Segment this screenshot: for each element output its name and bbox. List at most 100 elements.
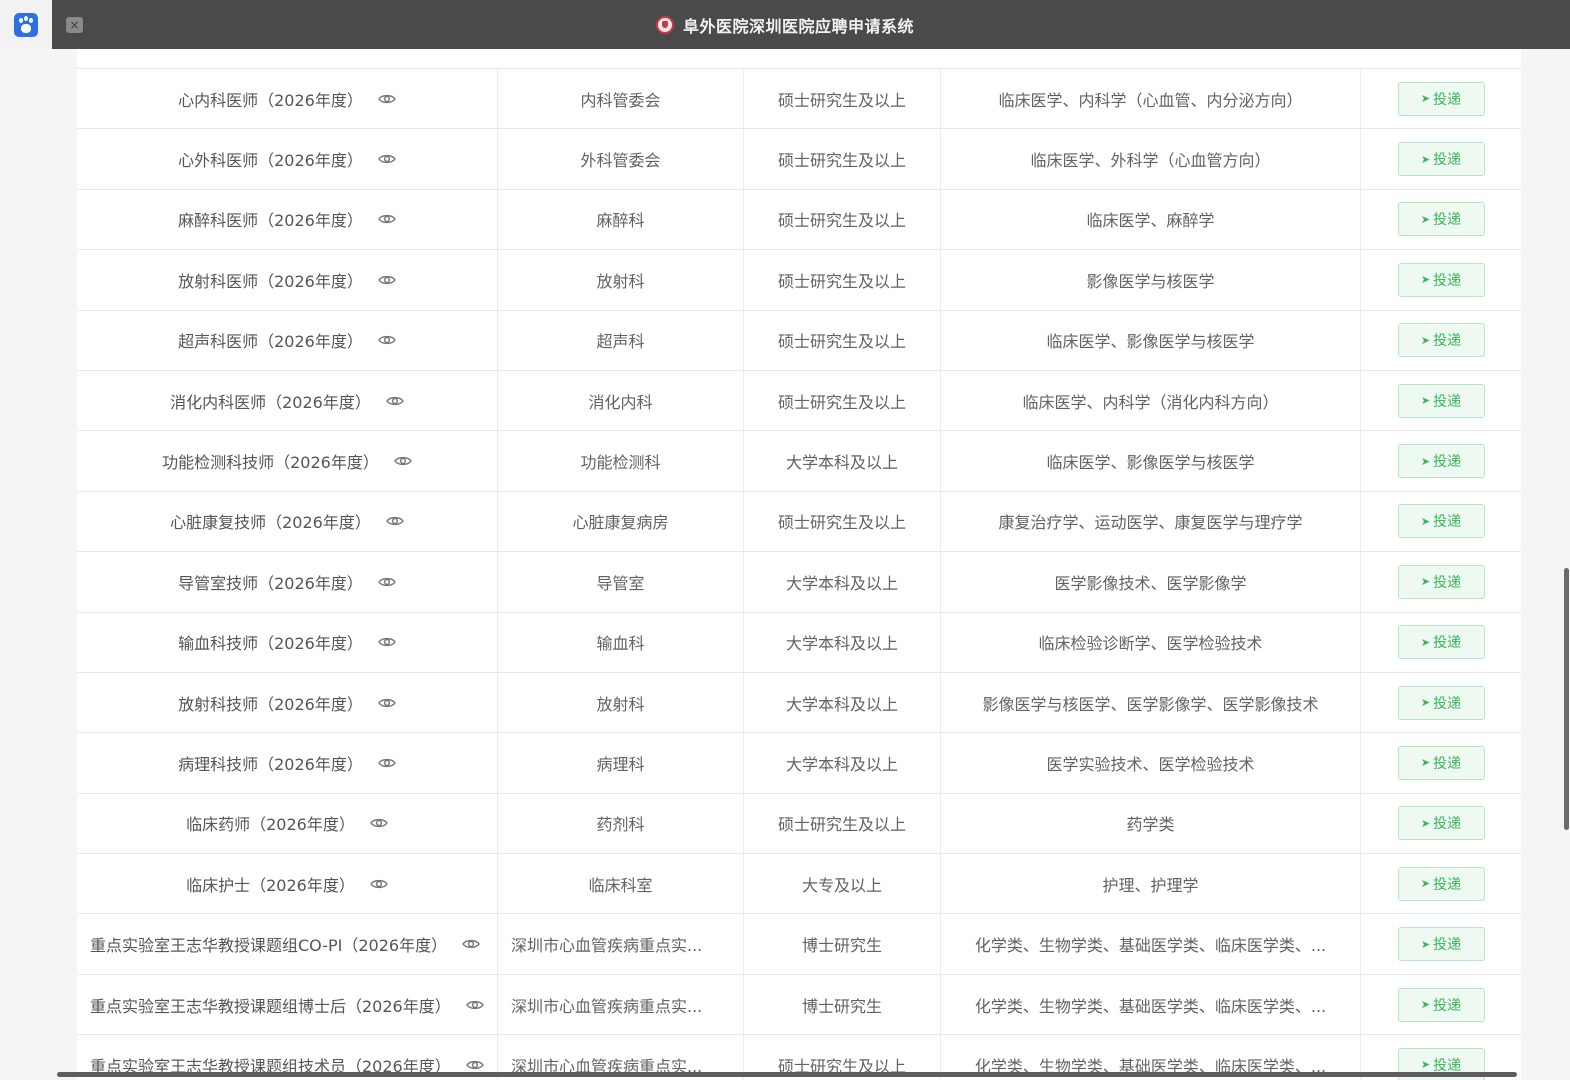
hospital-logo-icon (655, 15, 674, 34)
apply-button[interactable]: ➤ 投递 (1397, 745, 1485, 780)
action-cell: ➤ 投递 (1361, 371, 1521, 430)
window-title-area: 阜外医院深圳医院应聘申请系统 (0, 0, 1570, 49)
position-name[interactable]: 超声科医师（2026年度） (178, 328, 363, 352)
position-name[interactable]: 放射科医师（2026年度） (178, 268, 363, 292)
department-cell: 外科管委会 (498, 129, 744, 189)
major-cell: 护理、护理学 (941, 854, 1361, 914)
eye-icon[interactable] (465, 999, 484, 1011)
position-name[interactable]: 输血科技师（2026年度） (178, 630, 363, 654)
apply-button[interactable]: ➤ 投递 (1397, 262, 1485, 297)
table-row: 放射科医师（2026年度） 放射科 硕士研究生及以上 影像医学与核医学 ➤ 投递 (77, 250, 1521, 311)
position-cell: 心外科医师（2026年度） (77, 129, 498, 189)
eye-icon[interactable] (370, 817, 388, 829)
education: 硕士研究生及以上 (777, 151, 906, 171)
department-cell: 放射科 (498, 250, 744, 310)
paper-plane-icon: ➤ (1420, 816, 1431, 830)
position-name[interactable]: 临床药师（2026年度） (186, 811, 355, 835)
eye-icon[interactable] (378, 153, 396, 165)
apply-button[interactable]: ➤ 投递 (1397, 444, 1485, 479)
major: 化学类、生物学类、基础医学类、临床医学类、... (974, 996, 1327, 1016)
education: 大学本科及以上 (785, 453, 898, 473)
apply-label: 投递 (1433, 635, 1462, 652)
department-cell: 功能检测科 (498, 431, 744, 491)
education: 硕士研究生及以上 (777, 513, 906, 533)
position-name[interactable]: 病理科技师（2026年度） (178, 751, 363, 775)
department: 心脏康复病房 (572, 513, 669, 533)
position-name[interactable]: 麻醉科医师（2026年度） (178, 207, 363, 231)
paper-plane-icon: ➤ (1420, 454, 1431, 468)
department: 深圳市心血管疾病重点实... (511, 936, 703, 956)
eye-icon[interactable] (378, 757, 396, 769)
department-cell: 病理科 (498, 733, 744, 793)
action-cell: ➤ 投递 (1361, 673, 1521, 732)
apply-button[interactable]: ➤ 投递 (1397, 987, 1485, 1022)
apply-button[interactable]: ➤ 投递 (1397, 383, 1485, 418)
apply-button[interactable]: ➤ 投递 (1397, 323, 1485, 358)
position-cell: 功能检测科技师（2026年度） (77, 431, 498, 491)
position-name[interactable]: 功能检测科技师（2026年度） (162, 449, 379, 473)
position-cell: 放射科医师（2026年度） (77, 250, 498, 310)
paper-plane-icon: ➤ (1420, 212, 1431, 226)
education-cell: 硕士研究生及以上 (744, 793, 941, 854)
eye-icon[interactable] (462, 938, 480, 950)
eye-icon[interactable] (394, 455, 412, 467)
apply-button[interactable]: ➤ 投递 (1397, 564, 1485, 599)
eye-icon[interactable] (465, 1059, 484, 1071)
position-name[interactable]: 放射科技师（2026年度） (178, 691, 363, 715)
department: 放射科 (596, 271, 645, 291)
position-name[interactable]: 导管室技师（2026年度） (178, 570, 363, 594)
paper-plane-icon: ➤ (1420, 998, 1431, 1012)
education: 大专及以上 (801, 875, 882, 895)
education-cell: 硕士研究生及以上 (744, 310, 941, 370)
apply-label: 投递 (1433, 997, 1462, 1014)
horizontal-scrollbar[interactable] (57, 1072, 1517, 1077)
department-cell: 临床科室 (498, 854, 744, 914)
position-name[interactable]: 重点实验室王志华教授课题组CO-PI（2026年度） (90, 932, 447, 956)
major-cell: 影像医学与核医学、医学影像学、医学影像技术 (941, 672, 1361, 733)
education: 硕士研究生及以上 (777, 271, 906, 291)
eye-icon[interactable] (378, 93, 396, 105)
education-cell: 大学本科及以上 (744, 431, 941, 491)
eye-icon[interactable] (370, 878, 388, 890)
education: 硕士研究生及以上 (777, 90, 906, 110)
apply-label: 投递 (1433, 333, 1462, 350)
action-cell: ➤ 投递 (1361, 250, 1521, 309)
action-cell: ➤ 投递 (1361, 431, 1521, 490)
apply-button[interactable]: ➤ 投递 (1397, 81, 1485, 116)
position-cell: 导管室技师（2026年度） (77, 552, 498, 612)
position-name[interactable]: 心内科医师（2026年度） (178, 87, 363, 111)
position-cell: 心内科医师（2026年度） (77, 69, 498, 129)
position-name[interactable]: 心外科医师（2026年度） (178, 147, 363, 171)
apply-button[interactable]: ➤ 投递 (1397, 927, 1485, 962)
position-name[interactable]: 消化内科医师（2026年度） (170, 389, 371, 413)
action-cell: ➤ 投递 (1361, 129, 1521, 188)
apply-button[interactable]: ➤ 投递 (1397, 142, 1485, 177)
action-cell: ➤ 投递 (1361, 854, 1521, 913)
position-name[interactable]: 心脏康复技师（2026年度） (170, 509, 371, 533)
eye-icon[interactable] (378, 636, 396, 648)
eye-icon[interactable] (378, 334, 396, 346)
apply-button[interactable]: ➤ 投递 (1397, 866, 1485, 901)
position-name[interactable]: 重点实验室王志华教授课题组博士后（2026年度） (90, 993, 451, 1017)
position-name[interactable]: 临床护士（2026年度） (186, 872, 355, 896)
apply-button[interactable]: ➤ 投递 (1397, 504, 1485, 539)
education: 博士研究生 (801, 996, 882, 1016)
education: 硕士研究生及以上 (777, 815, 906, 835)
action-cell: ➤ 投递 (1361, 552, 1521, 611)
vertical-scrollbar[interactable] (1564, 568, 1569, 830)
apply-button[interactable]: ➤ 投递 (1397, 685, 1485, 720)
department-cell: 深圳市心血管疾病重点实... (498, 914, 744, 974)
eye-icon[interactable] (378, 697, 396, 709)
eye-icon[interactable] (386, 515, 404, 527)
eye-icon[interactable] (378, 213, 396, 225)
eye-icon[interactable] (378, 274, 396, 286)
apply-button[interactable]: ➤ 投递 (1397, 202, 1485, 237)
eye-icon[interactable] (378, 576, 396, 588)
eye-icon[interactable] (386, 395, 404, 407)
department: 功能检测科 (580, 453, 661, 473)
apply-label: 投递 (1433, 91, 1462, 108)
major-cell: 医学影像技术、医学影像学 (941, 552, 1361, 612)
paper-plane-icon: ➤ (1420, 877, 1431, 891)
apply-button[interactable]: ➤ 投递 (1397, 806, 1485, 841)
apply-button[interactable]: ➤ 投递 (1397, 625, 1485, 660)
